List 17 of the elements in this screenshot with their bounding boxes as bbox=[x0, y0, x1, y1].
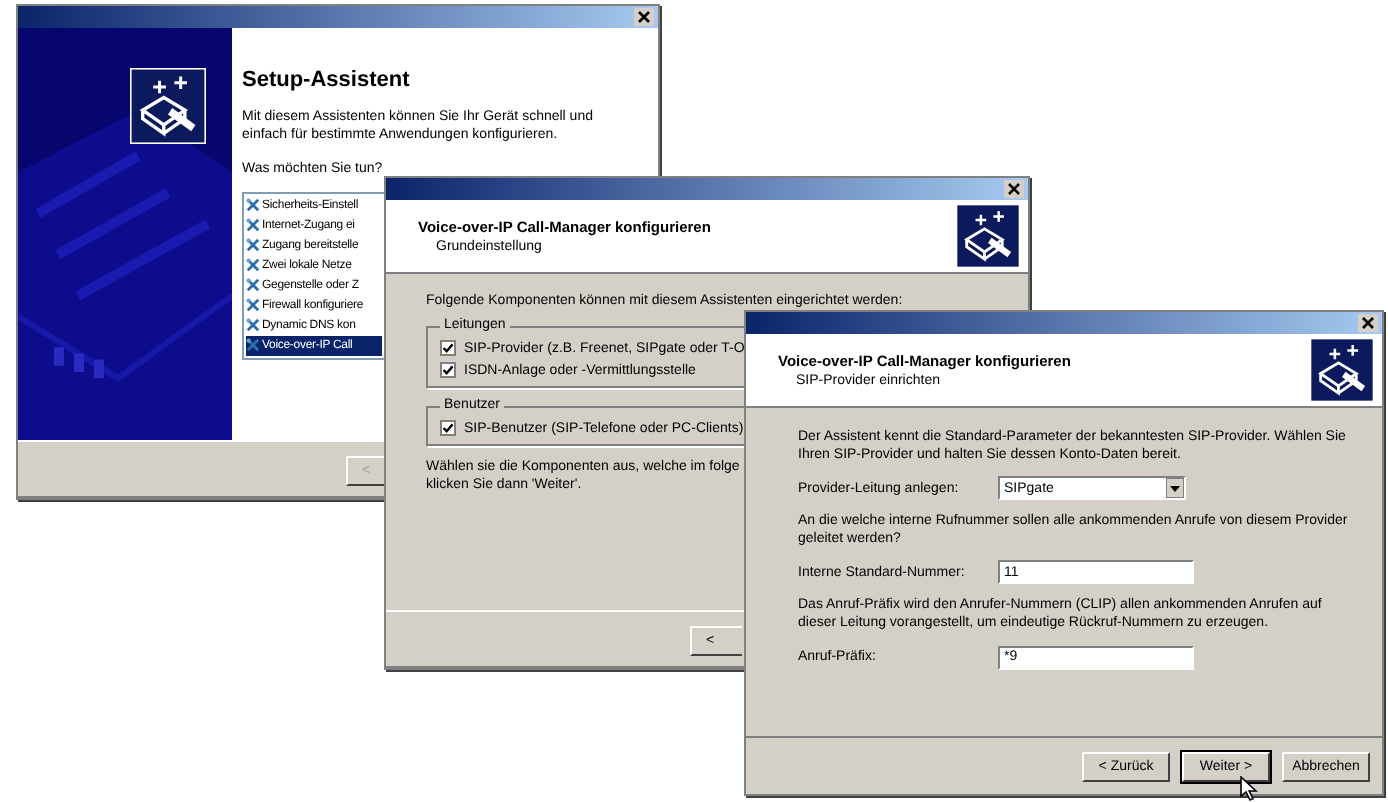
tools-icon bbox=[246, 218, 260, 233]
wizard-title: Setup-Assistent bbox=[242, 68, 412, 92]
tools-icon bbox=[246, 258, 260, 273]
tools-icon bbox=[246, 278, 260, 293]
close-icon[interactable] bbox=[634, 8, 654, 26]
tools-icon bbox=[246, 338, 260, 353]
checkbox[interactable] bbox=[440, 420, 456, 436]
tools-icon bbox=[246, 298, 260, 313]
dropdown-arrow-icon[interactable] bbox=[1166, 478, 1184, 499]
close-icon[interactable] bbox=[1004, 180, 1024, 198]
tools-icon bbox=[246, 318, 260, 333]
checkbox[interactable] bbox=[440, 340, 456, 356]
tools-icon bbox=[246, 198, 260, 213]
tools-icon bbox=[246, 238, 260, 253]
close-icon[interactable] bbox=[1358, 314, 1378, 332]
wizard-icon bbox=[130, 68, 206, 144]
checkbox[interactable] bbox=[440, 362, 456, 378]
